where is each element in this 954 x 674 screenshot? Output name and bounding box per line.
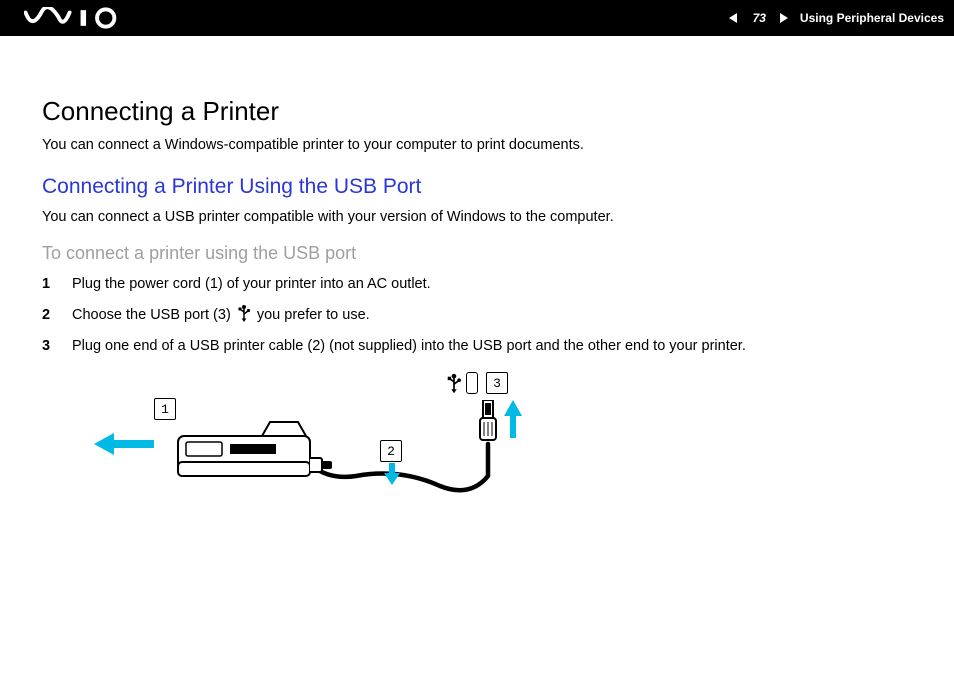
page-title: Connecting a Printer <box>42 96 914 127</box>
vaio-logo-svg <box>24 7 134 29</box>
section-label: Using Peripheral Devices <box>800 11 944 25</box>
callout-3: 3 <box>486 372 508 394</box>
cable-icon <box>310 436 500 501</box>
callout-2: 2 <box>380 440 402 462</box>
step-text: Plug one end of a USB printer cable (2) … <box>72 338 746 354</box>
header-bar: 73 Using Peripheral Devices <box>0 0 954 36</box>
step-text: Choose the USB port (3) you prefer to us… <box>72 304 370 326</box>
step-item: 2 Choose the USB port (3) you prefer to … <box>42 304 914 326</box>
arrow-icon <box>384 463 400 490</box>
step-text: Plug the power cord (1) of your printer … <box>72 276 431 292</box>
step-item: 1 Plug the power cord (1) of your printe… <box>42 276 914 292</box>
prev-page-icon[interactable] <box>727 11 743 25</box>
page-nav: 73 <box>727 9 792 27</box>
page-content: Connecting a Printer You can connect a W… <box>0 36 954 546</box>
usb-icon <box>237 304 251 326</box>
header-right: 73 Using Peripheral Devices <box>727 9 944 27</box>
step-number: 1 <box>42 276 54 292</box>
usb-plug-icon <box>476 400 500 453</box>
arrow-icon <box>504 400 522 443</box>
step-item: 3 Plug one end of a USB printer cable (2… <box>42 338 914 354</box>
next-page-icon[interactable] <box>776 11 792 25</box>
page-number: 73 <box>745 9 774 27</box>
vaio-logo <box>24 7 134 29</box>
callout-1: 1 <box>154 398 176 420</box>
usb-port-icon <box>466 372 478 394</box>
connection-diagram: 1 <box>72 366 552 526</box>
task-heading: To connect a printer using the USB port <box>42 243 914 264</box>
arrow-icon <box>94 431 154 462</box>
usb-icon <box>446 372 462 399</box>
step-number: 3 <box>42 338 54 354</box>
sub-intro-text: You can connect a USB printer compatible… <box>42 209 914 225</box>
intro-text: You can connect a Windows-compatible pri… <box>42 137 914 153</box>
steps-list: 1 Plug the power cord (1) of your printe… <box>42 276 914 354</box>
subheading: Connecting a Printer Using the USB Port <box>42 175 914 199</box>
step-number: 2 <box>42 307 54 323</box>
printer-icon <box>172 418 322 493</box>
